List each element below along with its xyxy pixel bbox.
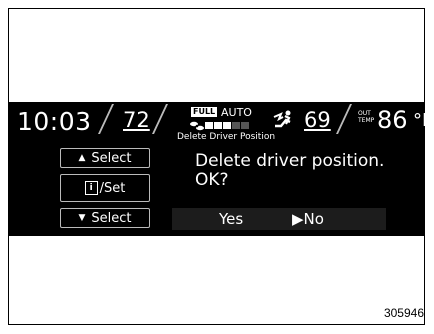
fan-level-segment bbox=[241, 122, 249, 129]
outside-label-line1: OUT bbox=[358, 110, 371, 117]
select-down-button[interactable]: ▼ Select bbox=[60, 208, 150, 228]
select-down-label: Select bbox=[91, 210, 132, 226]
no-option-label: No bbox=[303, 210, 324, 228]
fan-level-segment bbox=[214, 122, 222, 129]
figure-number: 305946 bbox=[383, 306, 424, 320]
yes-option[interactable]: Yes bbox=[219, 210, 243, 228]
climate-display: 10:03 72 FULL AUTO 69 OUT TEMP 86 °F Del… bbox=[9, 102, 432, 236]
down-triangle-icon: ▼ bbox=[78, 213, 86, 223]
clock: 10:03 bbox=[17, 107, 92, 136]
passenger-temp[interactable]: 69 bbox=[304, 108, 331, 132]
fan-level-meter bbox=[205, 122, 249, 129]
seat-airflow-icon bbox=[273, 110, 291, 128]
driver-temp[interactable]: 72 bbox=[123, 108, 150, 132]
message-line1: Delete driver position. bbox=[195, 151, 385, 171]
message-line2: OK? bbox=[195, 170, 229, 190]
pointer-arrow-icon: ▶ bbox=[292, 210, 304, 228]
fan-level-segment bbox=[232, 122, 240, 129]
set-label: /Set bbox=[99, 180, 126, 196]
no-option[interactable]: ▶No bbox=[292, 210, 324, 228]
screen-title: Delete Driver Position bbox=[177, 132, 276, 142]
divider-slash bbox=[98, 104, 114, 134]
info-set-button[interactable]: i /Set bbox=[60, 174, 150, 202]
status-bar: 10:03 72 FULL AUTO 69 OUT TEMP 86 °F bbox=[9, 102, 432, 136]
up-triangle-icon: ▲ bbox=[78, 153, 86, 163]
fan-mode-badge: FULL bbox=[191, 107, 218, 117]
select-up-button[interactable]: ▲ Select bbox=[60, 148, 150, 168]
fan-level-segment bbox=[205, 122, 213, 129]
outside-temp-label: OUT TEMP bbox=[358, 110, 374, 124]
confirmation-message: Delete driver position. OK? bbox=[195, 152, 384, 190]
fan-icon bbox=[190, 121, 204, 131]
answer-bar bbox=[172, 208, 386, 230]
divider-slash bbox=[152, 104, 168, 134]
select-up-label: Select bbox=[91, 150, 132, 166]
outside-temp: 86 bbox=[377, 106, 408, 134]
outside-label-line2: TEMP bbox=[358, 117, 375, 124]
info-icon: i bbox=[84, 181, 98, 195]
divider-slash bbox=[336, 104, 352, 134]
fan-level-segment bbox=[223, 122, 231, 129]
outside-temp-unit: °F bbox=[413, 110, 433, 131]
climate-mode: AUTO bbox=[221, 106, 252, 119]
